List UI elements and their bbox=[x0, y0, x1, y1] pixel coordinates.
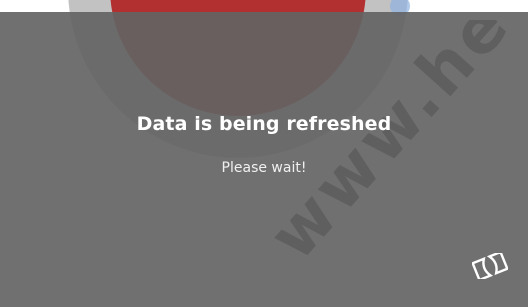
page: www.he Data is being refreshed Please wa… bbox=[0, 0, 528, 307]
loading-message: Data is being refreshed Please wait! bbox=[0, 112, 528, 177]
loading-subtitle: Please wait! bbox=[221, 160, 307, 176]
loading-title: Data is being refreshed bbox=[136, 113, 392, 135]
dolby-style-logo-icon bbox=[472, 253, 508, 279]
